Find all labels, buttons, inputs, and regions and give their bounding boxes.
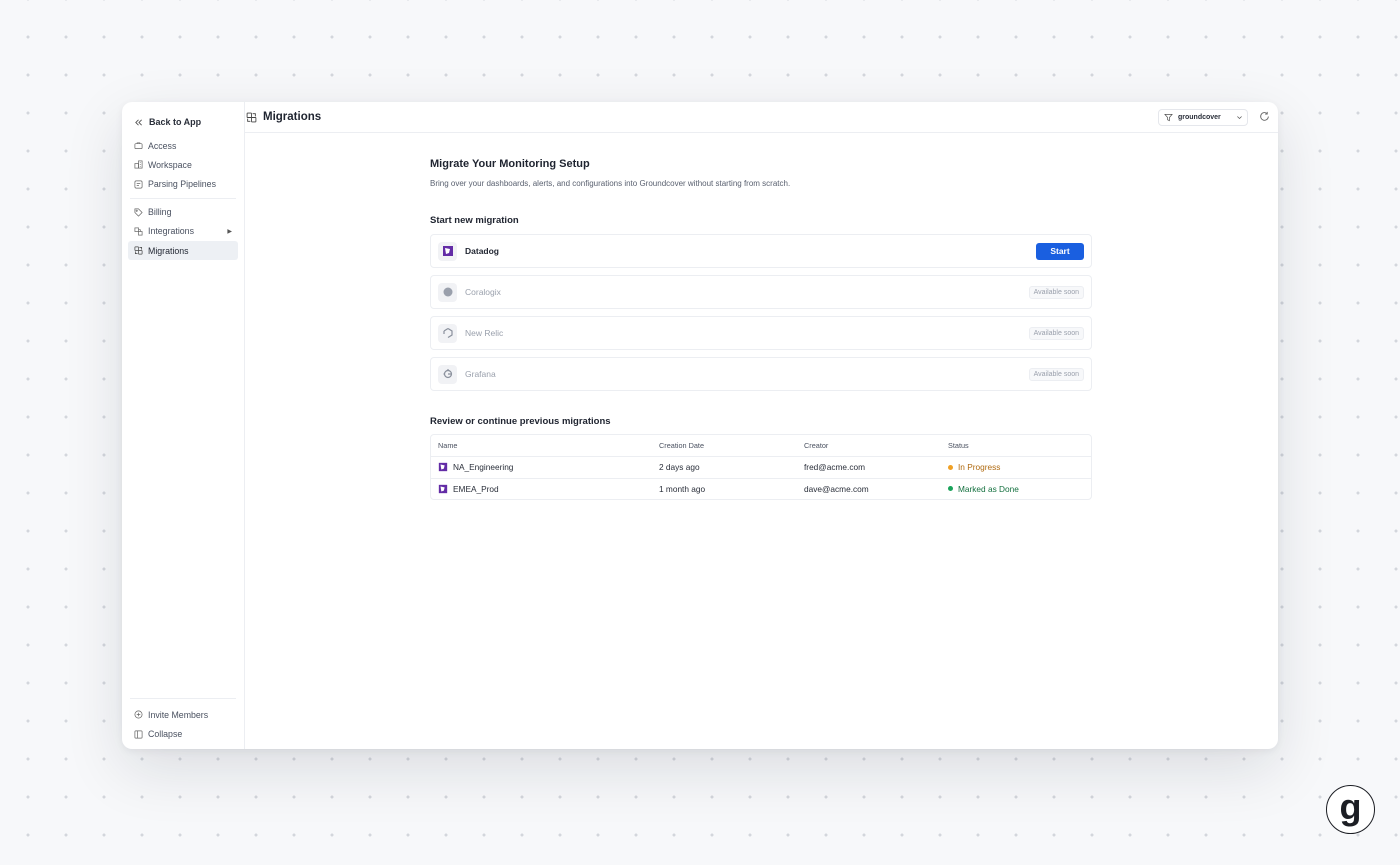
available-soon-badge: Available soon bbox=[1028, 326, 1084, 340]
back-to-app-label: Back to App bbox=[149, 117, 202, 127]
sidebar-divider bbox=[130, 197, 236, 199]
grafana-logo bbox=[438, 364, 457, 384]
source-card-coralogix: Coralogix Available soon bbox=[430, 275, 1092, 309]
new-relic-logo bbox=[438, 323, 457, 343]
building-icon bbox=[134, 160, 143, 169]
source-name: Coralogix bbox=[465, 287, 501, 297]
pipeline-icon bbox=[134, 180, 143, 189]
available-soon-badge: Available soon bbox=[1028, 367, 1084, 381]
plus-circle-icon bbox=[134, 710, 143, 719]
datadog-icon bbox=[442, 246, 453, 256]
creation-date-cell: 1 month ago bbox=[659, 483, 706, 494]
table-row[interactable]: NA_Engineering 2 days ago fred@acme.com … bbox=[431, 456, 1091, 478]
sidebar-item-label: Workspace bbox=[148, 159, 192, 170]
coralogix-icon bbox=[443, 287, 452, 297]
sidebar-item-label: Parsing Pipelines bbox=[148, 179, 216, 190]
source-name: Datadog bbox=[465, 246, 499, 256]
groundcover-logo: g bbox=[1326, 785, 1375, 834]
invite-members-label: Invite Members bbox=[148, 709, 209, 720]
source-card-new-relic: New Relic Available soon bbox=[430, 316, 1092, 350]
status-cell: Marked as Done bbox=[948, 484, 1091, 494]
status-badge: Marked as Done bbox=[958, 483, 1019, 494]
briefcase-icon bbox=[134, 142, 143, 150]
sidebar-item-label: Access bbox=[148, 140, 177, 151]
table-row[interactable]: EMEA_Prod 1 month ago dave@acme.com Mark… bbox=[431, 477, 1091, 500]
source-card-grafana: Grafana Available soon bbox=[430, 357, 1092, 391]
migration-icon bbox=[246, 112, 257, 122]
caret-right-icon[interactable]: ▶ bbox=[227, 228, 232, 235]
sidebar-item-label: Migrations bbox=[148, 245, 189, 256]
main-content: Migrations groundcover Migrate Your Moni… bbox=[245, 102, 1278, 749]
page-title-wrap: Migrations bbox=[246, 111, 321, 123]
creator-cell: fred@acme.com bbox=[804, 462, 865, 473]
migrations-content: Migrate Your Monitoring Setup Bring over… bbox=[430, 158, 1092, 500]
back-to-app-link[interactable]: Back to App bbox=[128, 108, 238, 136]
puzzle-icon bbox=[134, 227, 143, 236]
section-subtitle: Bring over your dashboards, alerts, and … bbox=[430, 179, 791, 188]
refresh-icon[interactable] bbox=[1259, 111, 1270, 122]
datadog-icon bbox=[438, 484, 448, 493]
app-window: Back to App Access Workspace Parsing Pip… bbox=[122, 102, 1278, 749]
sidebar-item-access[interactable]: Access bbox=[128, 136, 238, 155]
start-migration-button[interactable]: Start bbox=[1036, 242, 1084, 260]
sidebar-item-billing[interactable]: Billing bbox=[128, 203, 238, 222]
table-header: Name Creation Date Creator Status bbox=[431, 435, 1091, 456]
available-soon-badge: Available soon bbox=[1028, 285, 1084, 299]
status-cell: In Progress bbox=[948, 462, 1091, 472]
migration-source-list: Datadog Start Coralogix Available soon N… bbox=[430, 234, 1092, 391]
migration-name: EMEA_Prod bbox=[453, 483, 499, 494]
source-card-datadog: Datadog Start bbox=[430, 234, 1092, 268]
sidebar-footer: Invite Members Collapse bbox=[128, 694, 238, 744]
collapse-icon bbox=[134, 730, 143, 739]
status-badge: In Progress bbox=[958, 462, 1001, 473]
sidebar-item-label: Billing bbox=[148, 207, 172, 218]
grafana-icon bbox=[443, 369, 452, 379]
status-dot bbox=[948, 486, 953, 492]
filter-icon bbox=[1164, 113, 1173, 122]
sidebar-item-integrations[interactable]: Integrations ▶ bbox=[128, 222, 238, 241]
new-migration-heading: Start new migration bbox=[430, 215, 519, 226]
creation-date-cell: 2 days ago bbox=[659, 462, 700, 473]
datadog-icon bbox=[438, 463, 448, 472]
section-title: Migrate Your Monitoring Setup bbox=[430, 158, 590, 170]
page-title: Migrations bbox=[263, 111, 322, 123]
migration-name: NA_Engineering bbox=[453, 462, 514, 473]
sidebar-item-label: Integrations bbox=[148, 226, 194, 237]
migration-icon bbox=[134, 246, 143, 255]
sidebar-divider bbox=[130, 698, 236, 700]
collapse-button[interactable]: Collapse bbox=[128, 725, 238, 744]
column-header-date: Creation Date bbox=[659, 441, 705, 450]
status-dot bbox=[948, 464, 953, 470]
migration-name-cell: EMEA_Prod bbox=[431, 484, 659, 494]
coralogix-logo bbox=[438, 282, 457, 302]
column-header-name: Name bbox=[438, 441, 458, 450]
groundcover-logo-glyph: g bbox=[1339, 785, 1362, 827]
new-relic-icon bbox=[442, 327, 453, 339]
creator-cell: dave@acme.com bbox=[804, 483, 869, 494]
top-bar: Migrations groundcover bbox=[245, 102, 1278, 133]
source-name: Grafana bbox=[465, 369, 496, 379]
migrations-table: Name Creation Date Creator Status NA_Eng… bbox=[430, 434, 1092, 500]
sidebar-item-parsing-pipelines[interactable]: Parsing Pipelines bbox=[128, 175, 238, 194]
migration-name-cell: NA_Engineering bbox=[431, 462, 659, 472]
source-name: New Relic bbox=[465, 328, 504, 338]
sidebar: Back to App Access Workspace Parsing Pip… bbox=[122, 102, 245, 749]
sidebar-item-workspace[interactable]: Workspace bbox=[128, 155, 238, 174]
chevron-down-icon bbox=[1237, 116, 1242, 120]
invite-members-button[interactable]: Invite Members bbox=[128, 705, 238, 724]
workspace-select[interactable]: groundcover bbox=[1158, 109, 1248, 126]
workspace-name: groundcover bbox=[1178, 114, 1221, 121]
previous-migrations-heading: Review or continue previous migrations bbox=[430, 416, 611, 427]
sidebar-item-migrations[interactable]: Migrations bbox=[128, 241, 238, 261]
column-header-creator: Creator bbox=[804, 441, 829, 450]
double-chevron-left-icon bbox=[135, 118, 142, 126]
tag-icon bbox=[134, 208, 143, 217]
column-header-status: Status bbox=[948, 441, 969, 450]
collapse-label: Collapse bbox=[148, 729, 183, 740]
datadog-logo bbox=[438, 241, 457, 261]
